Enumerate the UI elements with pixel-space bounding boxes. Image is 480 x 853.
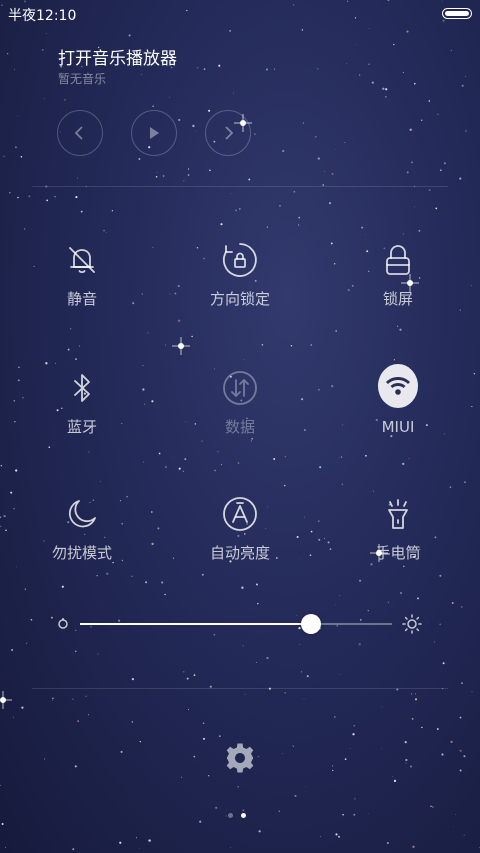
previous-icon <box>74 126 83 140</box>
toggle-flashlight[interactable]: 手电筒 <box>328 494 468 563</box>
brightness-high-icon <box>402 614 422 634</box>
brightness-low-icon <box>58 618 68 629</box>
lock-icon <box>386 245 410 275</box>
toggle-label: 数据 <box>224 418 255 436</box>
page-dot <box>241 813 246 818</box>
toggle-rotation-lock[interactable]: 方向锁定 <box>170 240 310 309</box>
music-title[interactable]: 打开音乐播放器 <box>58 44 177 69</box>
toggle-label: 勿扰模式 <box>51 544 112 562</box>
toggle-label: 手电筒 <box>375 544 421 562</box>
next-button[interactable] <box>205 110 251 156</box>
toggle-mobile-data[interactable]: 数据 <box>170 368 310 437</box>
toggle-wifi[interactable]: MIUI <box>328 364 468 436</box>
page-dot <box>228 813 233 818</box>
toggle-label: 静音 <box>66 290 97 308</box>
music-subtitle: 暂无音乐 <box>58 72 107 86</box>
mobile-data-icon <box>223 371 257 405</box>
toggle-label: 自动亮度 <box>209 544 270 562</box>
bell-off-icon <box>69 247 95 274</box>
toggle-lock-screen[interactable]: 锁屏 <box>328 240 468 309</box>
toggle-label: MIUI <box>381 418 415 436</box>
toggle-bluetooth[interactable]: 蓝牙 <box>12 368 152 437</box>
bluetooth-icon <box>74 374 90 402</box>
divider-music <box>32 186 448 187</box>
toggle-auto-brightness[interactable]: 自动亮度 <box>170 494 310 563</box>
next-icon <box>225 126 234 140</box>
page-indicator <box>228 813 246 818</box>
brightness-slider-thumb[interactable] <box>300 614 321 634</box>
play-button[interactable] <box>131 110 177 156</box>
previous-button[interactable] <box>57 110 103 156</box>
toggle-label: 蓝牙 <box>66 418 97 436</box>
toggle-do-not-disturb[interactable]: 勿扰模式 <box>12 494 152 563</box>
battery-full-icon <box>442 8 472 19</box>
play-icon <box>150 127 159 139</box>
auto-brightness-icon <box>223 497 257 531</box>
wifi-icon <box>386 377 410 395</box>
gear-icon <box>226 743 254 773</box>
toggle-label: 方向锁定 <box>209 290 270 308</box>
brightness-slider[interactable] <box>80 623 392 625</box>
toggle-label: 锁屏 <box>382 290 413 308</box>
divider-bottom <box>32 688 448 689</box>
toggle-mute[interactable]: 静音 <box>12 240 152 309</box>
status-time: 半夜12:10 <box>8 8 77 24</box>
rotation-lock-icon <box>223 243 257 277</box>
flashlight-icon <box>388 499 408 529</box>
moon-icon <box>68 500 96 528</box>
settings-button[interactable] <box>224 742 256 774</box>
